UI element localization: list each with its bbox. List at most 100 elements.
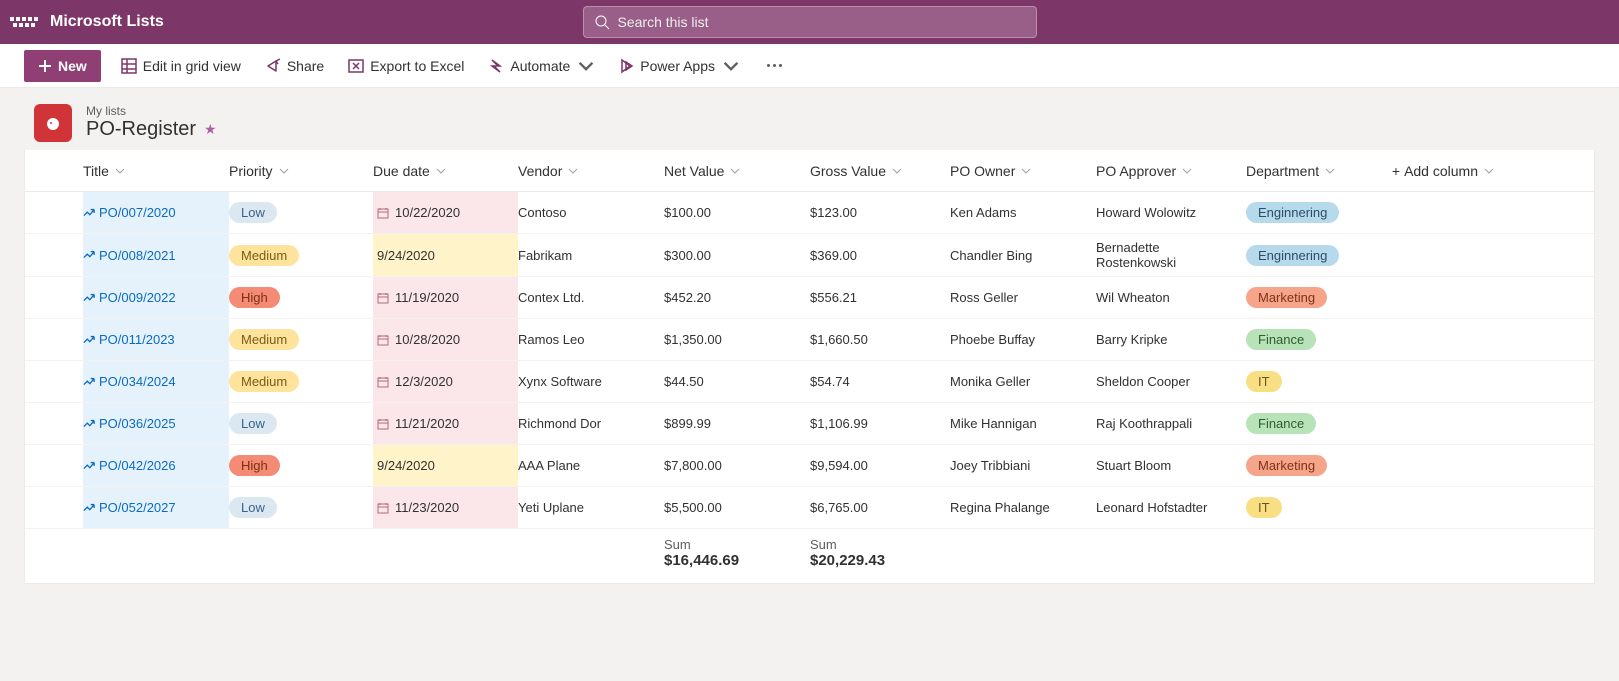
vendor-cell: Contoso (518, 192, 664, 233)
add-column-button[interactable]: +Add column (1388, 150, 1508, 191)
priority-cell: Medium (229, 234, 373, 276)
department-pill: Marketing (1246, 287, 1327, 308)
export-label: Export to Excel (370, 58, 464, 74)
column-owner[interactable]: PO Owner (950, 150, 1096, 191)
gross-cell: $123.00 (810, 192, 950, 233)
list-icon (34, 104, 72, 142)
trend-icon (83, 376, 95, 388)
priority-cell: High (229, 445, 373, 486)
approver-cell: Stuart Bloom (1096, 445, 1246, 486)
automate-label: Automate (510, 58, 570, 74)
row-select[interactable] (25, 277, 83, 318)
department-cell: IT (1246, 487, 1388, 528)
edit-grid-button[interactable]: Edit in grid view (117, 54, 245, 78)
due-text: 9/24/2020 (377, 458, 435, 473)
priority-pill: Medium (229, 329, 299, 350)
approver-cell: Leonard Hofstadter (1096, 487, 1246, 528)
table-row[interactable]: PO/008/2021Medium9/24/2020Fabrikam$300.0… (25, 234, 1594, 277)
due-cell: 11/19/2020 (373, 277, 518, 318)
search-input[interactable] (618, 14, 1026, 30)
table-row[interactable]: PO/034/2024Medium12/3/2020Xynx Software$… (25, 361, 1594, 403)
department-cell: Marketing (1246, 445, 1388, 486)
table-row[interactable]: PO/011/2023Medium10/28/2020Ramos Leo$1,3… (25, 319, 1594, 361)
priority-pill: High (229, 287, 280, 308)
title-text: PO/034/2024 (99, 374, 176, 389)
calendar-icon (377, 376, 389, 388)
due-text: 11/19/2020 (395, 290, 459, 305)
app-header: Microsoft Lists (0, 0, 1619, 44)
due-cell: 12/3/2020 (373, 361, 518, 402)
calendar-icon (377, 418, 389, 430)
app-title: Microsoft Lists (50, 13, 164, 31)
row-select[interactable] (25, 403, 83, 444)
powerapps-button[interactable]: Power Apps (614, 54, 743, 78)
net-cell: $100.00 (664, 192, 810, 233)
title-text: PO/008/2021 (99, 248, 176, 263)
favorite-star-icon[interactable]: ★ (204, 121, 217, 138)
title-cell[interactable]: PO/011/2023 (83, 319, 229, 360)
command-bar: New Edit in grid view Share Export to Ex… (0, 44, 1619, 88)
automate-button[interactable]: Automate (484, 54, 598, 78)
breadcrumb[interactable]: My lists (86, 104, 217, 118)
title-cell[interactable]: PO/008/2021 (83, 234, 229, 276)
owner-cell: Phoebe Buffay (950, 319, 1096, 360)
trend-icon (83, 249, 95, 261)
table-row[interactable]: PO/007/2020Low10/22/2020Contoso$100.00$1… (25, 192, 1594, 234)
net-cell: $300.00 (664, 234, 810, 276)
title-cell[interactable]: PO/007/2020 (83, 192, 229, 233)
department-pill: Enginnering (1246, 245, 1339, 266)
table-row[interactable]: PO/042/2026High9/24/2020AAA Plane$7,800.… (25, 445, 1594, 487)
search-box[interactable] (583, 6, 1037, 38)
more-actions-button[interactable] (759, 56, 790, 75)
row-select[interactable] (25, 361, 83, 402)
share-label: Share (287, 58, 324, 74)
department-cell: Finance (1246, 403, 1388, 444)
automate-icon (488, 58, 504, 74)
row-select[interactable] (25, 445, 83, 486)
table-footer: Sum $16,446.69 Sum $20,229.43 (25, 529, 1594, 583)
row-select[interactable] (25, 487, 83, 528)
piggybank-icon (43, 113, 63, 133)
title-cell[interactable]: PO/009/2022 (83, 277, 229, 318)
row-select[interactable] (25, 319, 83, 360)
title-cell[interactable]: PO/034/2024 (83, 361, 229, 402)
table-row[interactable]: PO/009/2022High11/19/2020Contex Ltd.$452… (25, 277, 1594, 319)
row-select[interactable] (25, 234, 83, 276)
table-header-row: Title Priority Due date Vendor Net Value… (25, 150, 1594, 192)
due-text: 9/24/2020 (377, 248, 435, 263)
title-text: PO/052/2027 (99, 500, 176, 515)
title-cell[interactable]: PO/052/2027 (83, 487, 229, 528)
chevron-down-icon (730, 166, 740, 176)
column-department[interactable]: Department (1246, 150, 1388, 191)
chevron-down-icon (568, 166, 578, 176)
title-cell[interactable]: PO/042/2026 (83, 445, 229, 486)
column-title[interactable]: Title (83, 150, 229, 191)
export-button[interactable]: Export to Excel (344, 54, 468, 78)
due-text: 11/23/2020 (395, 500, 459, 515)
column-due[interactable]: Due date (373, 150, 518, 191)
table-row[interactable]: PO/052/2027Low11/23/2020Yeti Uplane$5,50… (25, 487, 1594, 529)
share-button[interactable]: Share (261, 54, 328, 78)
excel-icon (348, 58, 364, 74)
title-cell[interactable]: PO/036/2025 (83, 403, 229, 444)
new-button[interactable]: New (24, 50, 101, 82)
owner-cell: Ross Geller (950, 277, 1096, 318)
row-select[interactable] (25, 192, 83, 233)
priority-cell: Low (229, 403, 373, 444)
column-approver[interactable]: PO Approver (1096, 150, 1246, 191)
trend-icon (83, 207, 95, 219)
grid-label: Edit in grid view (143, 58, 241, 74)
app-launcher-icon[interactable] (10, 8, 38, 36)
select-all-column[interactable] (25, 150, 83, 191)
table-row[interactable]: PO/036/2025Low11/21/2020Richmond Dor$899… (25, 403, 1594, 445)
owner-cell: Monika Geller (950, 361, 1096, 402)
priority-pill: High (229, 455, 280, 476)
column-priority[interactable]: Priority (229, 150, 373, 191)
table: Title Priority Due date Vendor Net Value… (24, 150, 1595, 584)
chevron-down-icon (115, 166, 125, 176)
column-gross[interactable]: Gross Value (810, 150, 950, 191)
column-vendor[interactable]: Vendor (518, 150, 664, 191)
gross-cell: $369.00 (810, 234, 950, 276)
column-net[interactable]: Net Value (664, 150, 810, 191)
net-cell: $899.99 (664, 403, 810, 444)
